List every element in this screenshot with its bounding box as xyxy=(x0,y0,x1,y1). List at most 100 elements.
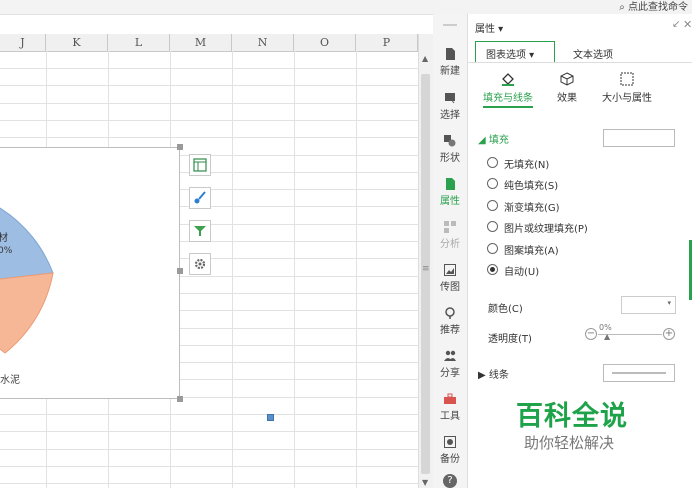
splitter-grip-icon[interactable]: ≡ xyxy=(422,264,430,274)
sidenav-upload-image-label: 传图 xyxy=(440,282,460,293)
fill-section-label: 填充 xyxy=(488,135,509,146)
line-preview-box[interactable] xyxy=(603,364,675,382)
column-header-k[interactable]: K xyxy=(46,34,108,51)
sidenav-tools-label: 工具 xyxy=(440,411,460,422)
tab-divider xyxy=(468,62,692,63)
collapse-handle[interactable] xyxy=(443,24,457,26)
selection-marker[interactable] xyxy=(267,414,274,421)
sidenav-new-label: 新建 xyxy=(440,66,460,77)
pie-slice-orange xyxy=(0,272,54,354)
column-header-j[interactable]: J xyxy=(0,34,46,51)
chart-elements-icon xyxy=(193,158,207,172)
label-gradient-fill: 渐变填充(G) xyxy=(504,203,560,214)
analyze-icon xyxy=(444,221,456,233)
properties-icon xyxy=(446,178,455,190)
subtab-size-properties[interactable]: 大小与属性 xyxy=(597,72,657,104)
panel-pin-icon[interactable]: ↙ xyxy=(672,19,680,30)
column-header-o[interactable]: O xyxy=(294,34,356,51)
fill-section-header[interactable]: ◢ 填充 xyxy=(478,131,509,146)
vertical-scrollbar[interactable]: ▲ ≡ ▼ xyxy=(418,34,433,488)
subtab-fill-line[interactable]: 填充与线条 xyxy=(480,72,536,108)
subtab-effect[interactable]: 效果 xyxy=(552,72,582,104)
line-preview-stroke xyxy=(612,372,666,374)
label-solid-fill: 纯色填充(S) xyxy=(504,181,559,192)
share-users-icon xyxy=(444,350,456,361)
sidenav-shape[interactable]: 形状 xyxy=(433,135,467,164)
chart-style-brush-icon xyxy=(194,191,206,204)
chart-filter-button[interactable] xyxy=(189,220,211,242)
sidenav-select[interactable]: 选择 xyxy=(433,92,467,121)
color-dropdown[interactable]: ▾ xyxy=(621,296,676,314)
chart-style-button[interactable] xyxy=(189,187,211,209)
scroll-down-arrow-icon[interactable]: ▼ xyxy=(422,478,428,487)
grid-column-line xyxy=(294,51,295,488)
fill-bucket-icon xyxy=(502,73,514,86)
tab-chart-options[interactable]: 图表选项 ▾ xyxy=(475,41,555,63)
cube-icon xyxy=(560,72,574,86)
radio-auto-fill[interactable] xyxy=(487,264,498,275)
watermark-title: 百科全说 xyxy=(516,401,628,432)
column-header: J K L M N O P xyxy=(0,34,418,52)
radio-no-fill[interactable] xyxy=(487,157,498,168)
subtab-fill-line-label: 填充与线条 xyxy=(483,93,533,104)
radio-pattern-fill[interactable] xyxy=(487,243,498,254)
collapse-triangle-icon: ◢ xyxy=(478,135,489,146)
search-hint-text: 点此查找命令 xyxy=(628,2,688,13)
radio-picture-fill[interactable] xyxy=(487,221,498,232)
subtab-effect-label: 效果 xyxy=(557,93,577,104)
sidenav-select-label: 选择 xyxy=(440,110,460,121)
properties-panel: 属性 ▾ ↙ ✕ 图表选项 ▾ 文本选项 填充与线条 效果 大小与属性 ◢ 填充… xyxy=(468,14,692,488)
top-toolbar: ⌕ 点此查找命令 xyxy=(0,0,692,15)
subtab-size-properties-label: 大小与属性 xyxy=(602,93,652,104)
line-section-label: 线条 xyxy=(488,370,509,381)
shape-icon xyxy=(444,135,456,147)
line-section-header[interactable]: ▶ 线条 xyxy=(478,366,509,381)
tab-text-options[interactable]: 文本选项 xyxy=(573,46,613,61)
opacity-label: 透明度(T) xyxy=(488,334,532,345)
pie-chart[interactable]: 材 0% 水泥 xyxy=(0,147,180,399)
legend-label-2: 水泥 xyxy=(0,373,20,386)
column-header-p[interactable]: P xyxy=(356,34,418,51)
expand-triangle-icon: ▶ xyxy=(478,370,489,381)
scroll-up-arrow-icon[interactable]: ▲ xyxy=(422,54,428,63)
column-header-l[interactable]: L xyxy=(108,34,170,51)
resize-handle-top-right[interactable] xyxy=(177,144,183,150)
sidenav-share-label: 分享 xyxy=(440,368,460,379)
label-picture-fill: 图片或纹理填充(P) xyxy=(504,224,588,235)
sidenav-properties[interactable]: 属性 xyxy=(433,178,467,207)
panel-title[interactable]: 属性 ▾ xyxy=(475,20,503,35)
sidenav-shape-label: 形状 xyxy=(440,153,460,164)
command-search[interactable]: ⌕ 点此查找命令 xyxy=(619,0,688,13)
watermark-subtitle: 助你轻松解决 xyxy=(524,434,615,452)
backup-icon xyxy=(444,436,456,448)
pie-chart-graphic: 材 0% 水泥 xyxy=(0,207,54,386)
sidenav-new[interactable]: 新建 xyxy=(433,48,467,77)
slice-label-1-pct: 0% xyxy=(0,246,13,256)
chart-elements-button[interactable] xyxy=(189,154,211,176)
panel-close-icon[interactable]: ✕ xyxy=(683,18,692,31)
column-header-n[interactable]: N xyxy=(232,34,294,51)
scrollbar-thumb[interactable] xyxy=(421,74,430,474)
fill-preview-box[interactable] xyxy=(603,129,675,147)
resize-handle-bottom-right[interactable] xyxy=(177,396,183,402)
search-icon: ⌕ xyxy=(619,2,628,13)
column-header-m[interactable]: M xyxy=(170,34,232,51)
sidenav-tools[interactable]: 工具 xyxy=(433,393,467,422)
radio-gradient-fill[interactable] xyxy=(487,200,498,211)
help-icon[interactable]: ? xyxy=(443,474,457,488)
opacity-value: 0% xyxy=(599,323,612,332)
opacity-increase-button[interactable]: + xyxy=(663,328,675,340)
label-pattern-fill: 图案填充(A) xyxy=(504,246,559,257)
chart-settings-button[interactable] xyxy=(189,253,211,275)
opacity-slider-thumb[interactable]: ▲ xyxy=(604,332,610,341)
sidenav-share[interactable]: 分享 xyxy=(433,350,467,379)
active-subtab-indicator xyxy=(483,106,533,108)
sidenav-recommend[interactable]: 推荐 xyxy=(433,307,467,336)
sidenav-analyze[interactable]: 分析 xyxy=(433,221,467,250)
radio-solid-fill[interactable] xyxy=(487,178,498,189)
sidenav-properties-label: 属性 xyxy=(440,196,460,207)
resize-handle-right[interactable] xyxy=(177,268,183,274)
sidenav-upload-image[interactable]: 传图 xyxy=(433,264,467,293)
sidenav-backup[interactable]: 备份 xyxy=(433,436,467,465)
opacity-decrease-button[interactable]: − xyxy=(585,328,597,340)
